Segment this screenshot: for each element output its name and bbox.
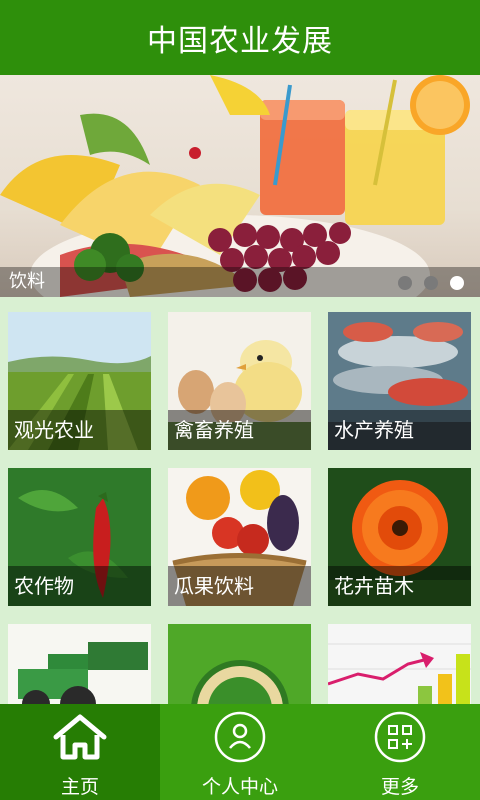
carousel-dot[interactable] xyxy=(398,276,412,290)
tab-home[interactable]: 主页 xyxy=(0,704,160,800)
tile-label: 瓜果饮料 xyxy=(168,566,311,606)
category-tile-machinery[interactable] xyxy=(8,624,151,704)
growth-chart-image xyxy=(328,624,471,704)
tractor-image xyxy=(8,624,151,704)
carousel-indicator xyxy=(398,276,464,290)
app-header: 中国农业发展 xyxy=(0,0,480,75)
category-tile-sightseeing-agriculture[interactable]: 观光农业 xyxy=(8,312,151,450)
carousel-dot[interactable] xyxy=(424,276,438,290)
category-tile-crops[interactable]: 农作物 xyxy=(8,468,151,606)
category-tile-livestock[interactable]: 禽畜养殖 xyxy=(168,312,311,450)
tile-label: 农作物 xyxy=(8,566,151,606)
tile-label: 水产养殖 xyxy=(328,410,471,450)
quality-seal-image xyxy=(168,624,311,704)
tab-label: 主页 xyxy=(60,776,99,798)
banner-carousel[interactable]: 饮料 xyxy=(0,75,480,297)
page-title: 中国农业发展 xyxy=(147,23,333,59)
tab-label: 个人中心 xyxy=(201,776,278,798)
tab-profile[interactable]: 个人中心 xyxy=(160,704,320,800)
tile-label: 禽畜养殖 xyxy=(168,410,311,450)
grid-plus-icon xyxy=(373,711,427,763)
category-tile-flowers-seedlings[interactable]: 花卉苗木 xyxy=(328,468,471,606)
tab-more[interactable]: 更多 xyxy=(320,704,480,800)
person-icon xyxy=(213,711,267,763)
category-tile-market[interactable] xyxy=(328,624,471,704)
tile-label: 观光农业 xyxy=(8,410,151,450)
banner-image xyxy=(0,75,470,297)
category-tile-aquaculture[interactable]: 水产养殖 xyxy=(328,312,471,450)
bottom-tab-bar: 主页 个人中心 更多 xyxy=(0,704,480,800)
tab-label: 更多 xyxy=(380,776,419,798)
home-icon xyxy=(52,712,108,762)
category-tile-certification[interactable] xyxy=(168,624,311,704)
tile-label: 花卉苗木 xyxy=(328,566,471,606)
carousel-dot-active[interactable] xyxy=(450,276,464,290)
category-grid: 观光农业 禽畜养殖 水产养殖 农作物 瓜果饮料 花卉苗木 xyxy=(8,312,472,704)
category-tile-fruits-drinks[interactable]: 瓜果饮料 xyxy=(168,468,311,606)
